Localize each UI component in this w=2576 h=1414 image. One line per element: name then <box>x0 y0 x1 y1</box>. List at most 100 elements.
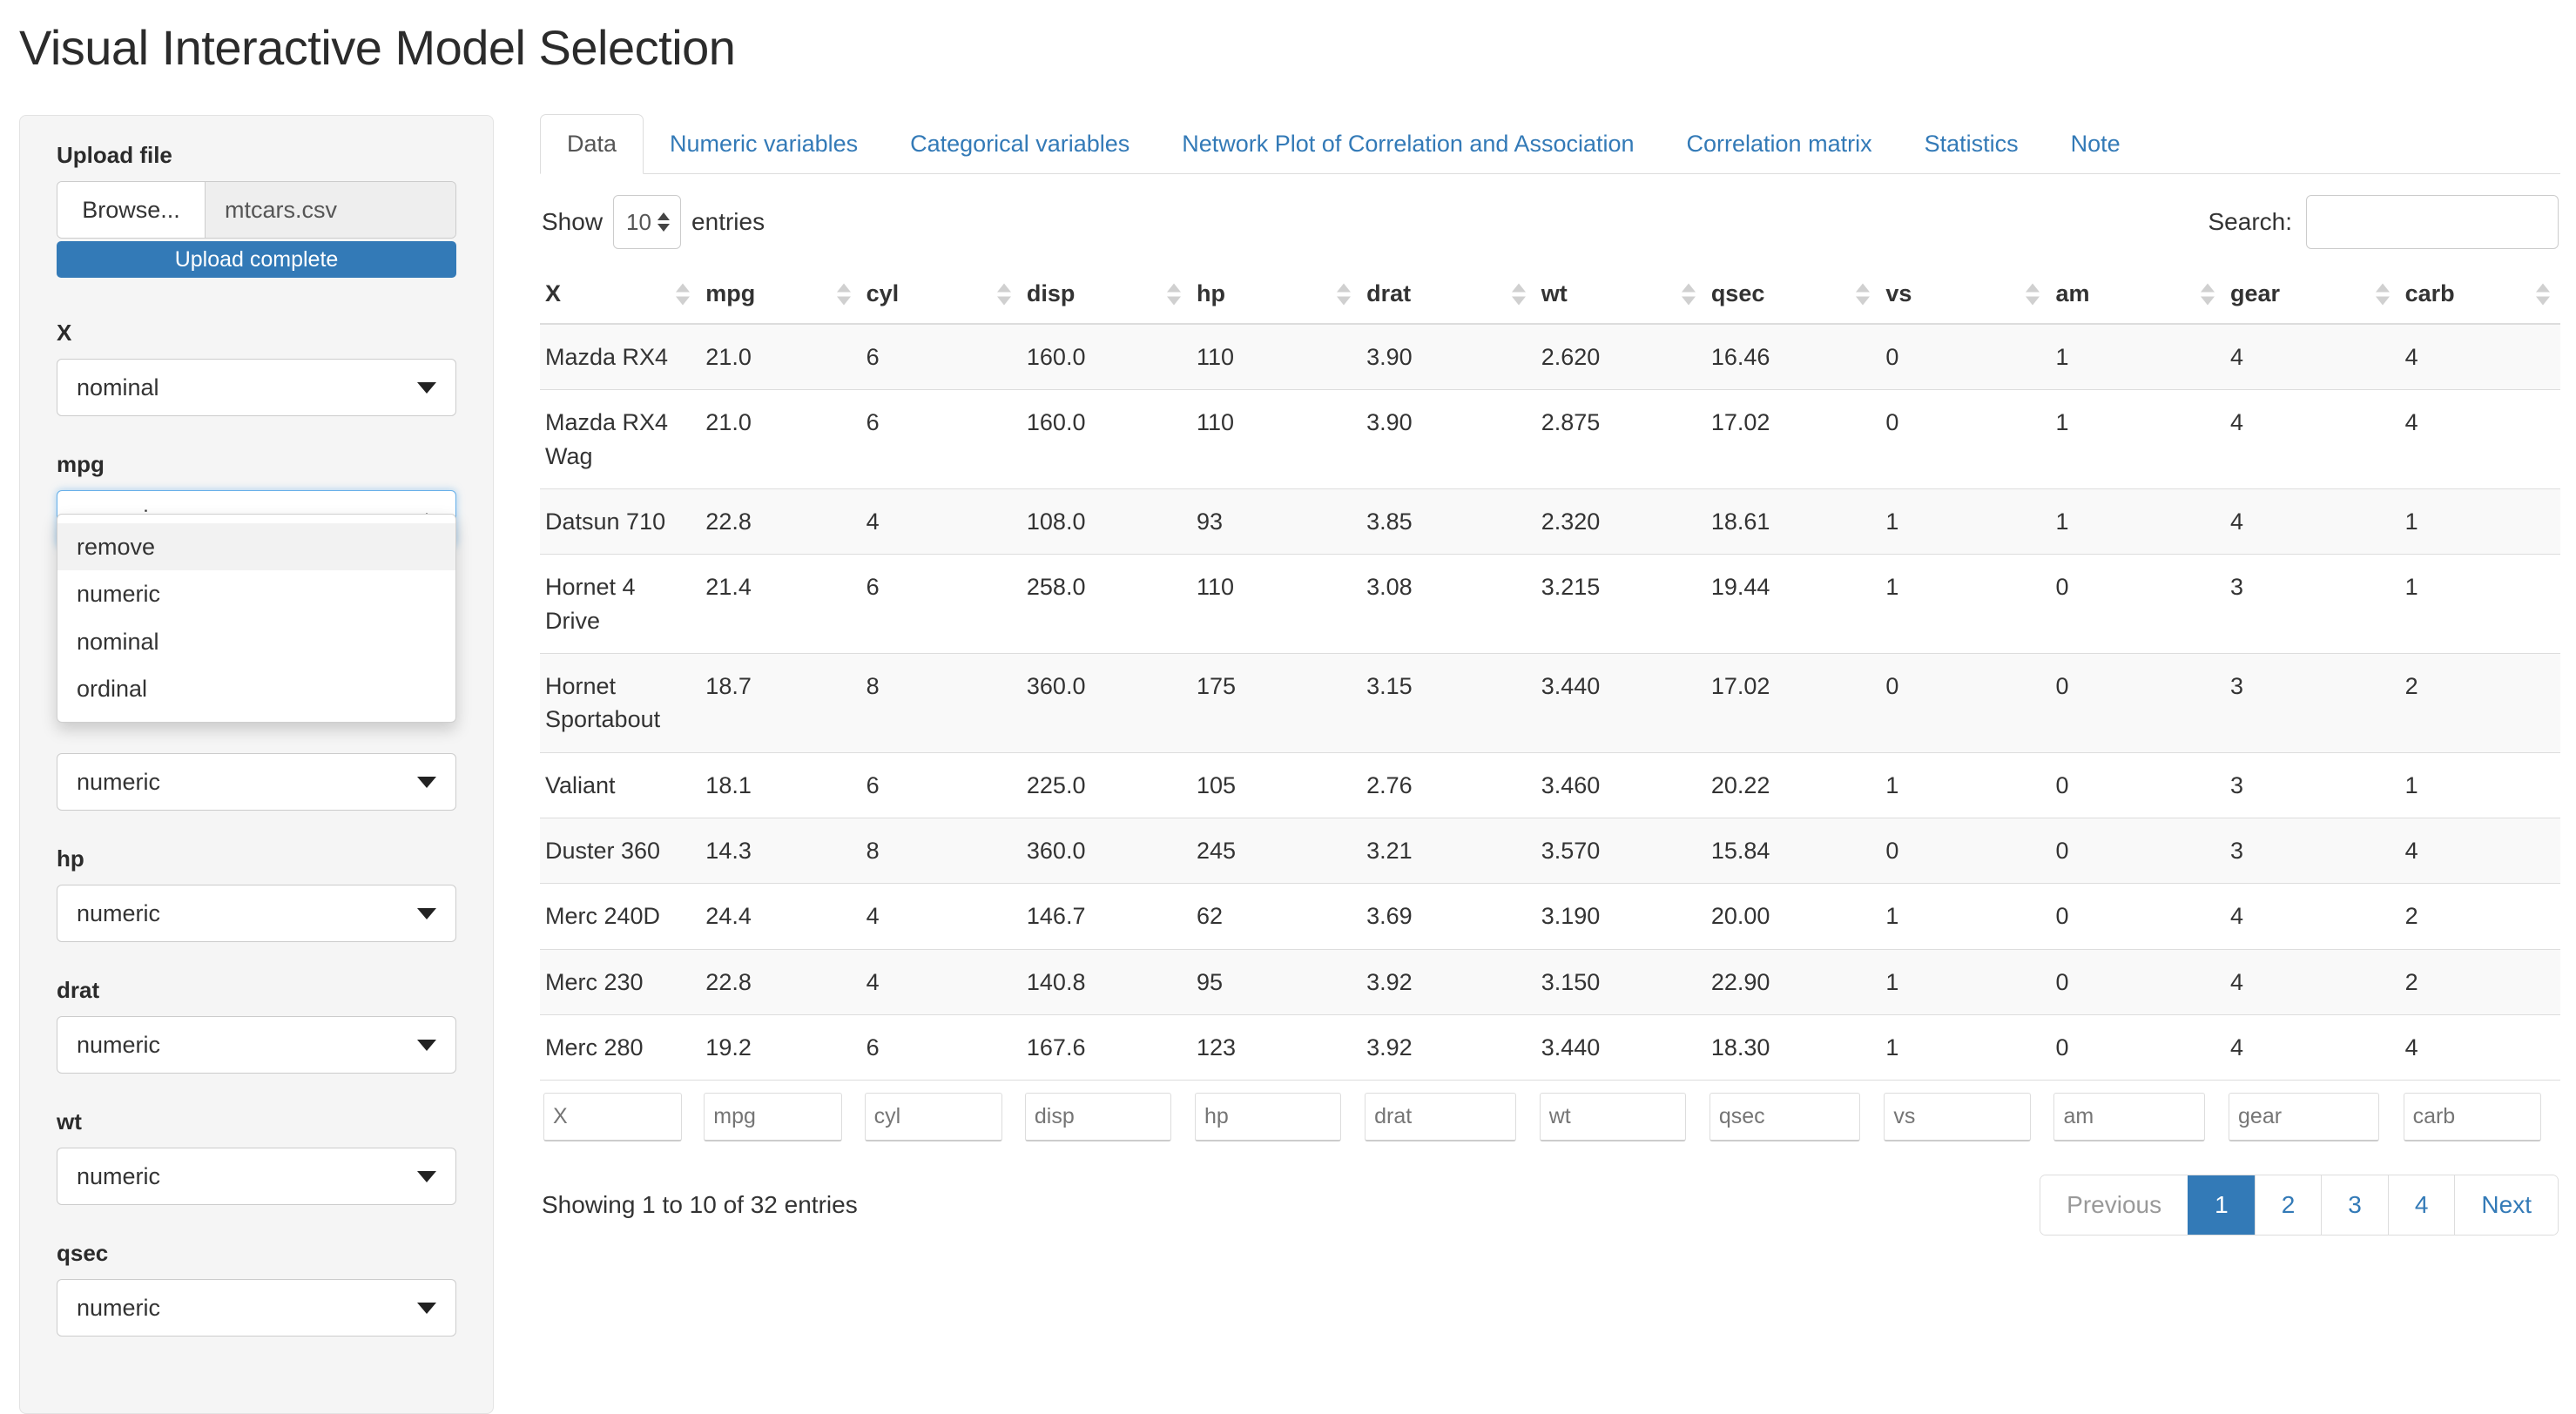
table-cell-hp: 95 <box>1191 949 1361 1014</box>
table-cell-carb: 1 <box>2400 555 2560 654</box>
table-cell-wt: 3.440 <box>1536 653 1706 752</box>
sort-icon <box>997 283 1011 305</box>
col-header-X[interactable]: X <box>540 265 700 324</box>
table-cell-gear: 3 <box>2225 555 2400 654</box>
file-input-group[interactable]: Browse... mtcars.csv <box>57 181 456 239</box>
table-cell-vs: 0 <box>1880 324 2050 390</box>
table-header-row: X mpg cyl disp hp drat wt qsec vs am gea… <box>540 265 2560 324</box>
select-wt[interactable]: numeric <box>57 1148 456 1205</box>
sort-icon <box>2026 283 2040 305</box>
pagination-page-3[interactable]: 3 <box>2321 1175 2388 1235</box>
filter-input-qsec[interactable] <box>1709 1093 1860 1141</box>
sort-icon <box>1337 283 1351 305</box>
table-cell-vs: 1 <box>1880 488 2050 554</box>
table-cell-hp: 245 <box>1191 818 1361 883</box>
table-cell-mpg: 18.1 <box>700 752 860 818</box>
table-cell-disp: 108.0 <box>1022 488 1191 554</box>
stepper-icon <box>657 212 670 232</box>
col-header-qsec[interactable]: qsec <box>1706 265 1881 324</box>
table-cell-cyl: 6 <box>861 324 1022 390</box>
dropdown-option-remove[interactable]: remove <box>57 523 455 570</box>
field-label-x: X <box>57 320 456 347</box>
filter-input-hp[interactable] <box>1195 1093 1341 1141</box>
browse-button[interactable]: Browse... <box>57 182 206 238</box>
col-header-carb[interactable]: carb <box>2400 265 2560 324</box>
col-header-mpg[interactable]: mpg <box>700 265 860 324</box>
select-disp[interactable]: numeric <box>57 753 456 811</box>
entries-value: 10 <box>626 209 651 236</box>
table-cell-am: 1 <box>2050 390 2225 489</box>
table-cell-wt: 3.190 <box>1536 884 1706 949</box>
tab-correlation-matrix[interactable]: Correlation matrix <box>1661 115 1898 173</box>
filter-input-gear[interactable] <box>2229 1093 2379 1141</box>
pagination-page-2[interactable]: 2 <box>2255 1175 2322 1235</box>
table-cell-am: 1 <box>2050 488 2225 554</box>
filter-input-am[interactable] <box>2053 1093 2204 1141</box>
table-cell-X: Mazda RX4 Wag <box>540 390 700 489</box>
table-cell-disp: 167.6 <box>1022 1014 1191 1080</box>
table-cell-cyl: 8 <box>861 653 1022 752</box>
tab-categorical-variables[interactable]: Categorical variables <box>884 115 1156 173</box>
sort-icon <box>676 283 690 305</box>
filter-input-wt[interactable] <box>1540 1093 1686 1141</box>
table-cell-X: Duster 360 <box>540 818 700 883</box>
dropdown-option-nominal[interactable]: nominal <box>57 618 455 665</box>
col-header-drat[interactable]: drat <box>1361 265 1536 324</box>
tab-note[interactable]: Note <box>2045 115 2147 173</box>
field-group-x: X nominal <box>57 320 456 416</box>
table-cell-vs: 1 <box>1880 884 2050 949</box>
tab-network-plot[interactable]: Network Plot of Correlation and Associat… <box>1156 115 1660 173</box>
pagination-next[interactable]: Next <box>2454 1175 2558 1235</box>
pagination-page-4[interactable]: 4 <box>2388 1175 2455 1235</box>
field-group-disp: disp numeric <box>57 714 456 811</box>
table-cell-drat: 3.90 <box>1361 390 1536 489</box>
table-cell-cyl: 4 <box>861 949 1022 1014</box>
tab-statistics[interactable]: Statistics <box>1898 115 2045 173</box>
tab-numeric-variables[interactable]: Numeric variables <box>644 115 884 173</box>
col-header-cyl[interactable]: cyl <box>861 265 1022 324</box>
table-cell-drat: 3.69 <box>1361 884 1536 949</box>
show-entries-group: Show 10 entries <box>542 195 765 249</box>
col-header-disp[interactable]: disp <box>1022 265 1191 324</box>
dropdown-option-ordinal[interactable]: ordinal <box>57 665 455 712</box>
table-cell-mpg: 22.8 <box>700 488 860 554</box>
table-cell-cyl: 4 <box>861 488 1022 554</box>
select-qsec[interactable]: numeric <box>57 1279 456 1337</box>
table-row: Merc 240D24.44146.7623.693.19020.001042 <box>540 884 2560 949</box>
search-input[interactable] <box>2306 195 2559 249</box>
tab-data[interactable]: Data <box>540 114 644 174</box>
filter-input-vs[interactable] <box>1884 1093 2030 1141</box>
chevron-down-icon <box>417 382 436 394</box>
filter-input-X[interactable] <box>543 1093 682 1141</box>
col-header-hp[interactable]: hp <box>1191 265 1361 324</box>
sidebar-panel: Upload file Browse... mtcars.csv Upload … <box>19 115 494 1414</box>
table-cell-vs: 1 <box>1880 752 2050 818</box>
table-cell-mpg: 18.7 <box>700 653 860 752</box>
filter-input-cyl[interactable] <box>865 1093 1003 1141</box>
table-cell-cyl: 6 <box>861 555 1022 654</box>
selected-file-name: mtcars.csv <box>206 182 455 238</box>
dropdown-option-numeric[interactable]: numeric <box>57 570 455 617</box>
filter-input-drat[interactable] <box>1365 1093 1515 1141</box>
pagination-previous[interactable]: Previous <box>2040 1175 2188 1235</box>
col-header-vs[interactable]: vs <box>1880 265 2050 324</box>
filter-input-carb[interactable] <box>2404 1093 2542 1141</box>
col-header-gear[interactable]: gear <box>2225 265 2400 324</box>
select-hp[interactable]: numeric <box>57 885 456 942</box>
entries-per-page-select[interactable]: 10 <box>613 195 681 249</box>
select-drat[interactable]: numeric <box>57 1016 456 1074</box>
sort-icon <box>1856 283 1870 305</box>
field-group-wt: wt numeric <box>57 1108 456 1205</box>
pagination-page-1[interactable]: 1 <box>2188 1175 2255 1235</box>
select-x[interactable]: nominal <box>57 359 456 416</box>
table-cell-carb: 1 <box>2400 488 2560 554</box>
filter-input-mpg[interactable] <box>704 1093 842 1141</box>
col-header-am[interactable]: am <box>2050 265 2225 324</box>
filter-input-disp[interactable] <box>1025 1093 1171 1141</box>
table-cell-wt: 3.215 <box>1536 555 1706 654</box>
table-cell-mpg: 21.0 <box>700 390 860 489</box>
table-cell-am: 1 <box>2050 324 2225 390</box>
chevron-down-icon <box>417 1303 436 1314</box>
col-header-wt[interactable]: wt <box>1536 265 1706 324</box>
table-cell-disp: 160.0 <box>1022 390 1191 489</box>
